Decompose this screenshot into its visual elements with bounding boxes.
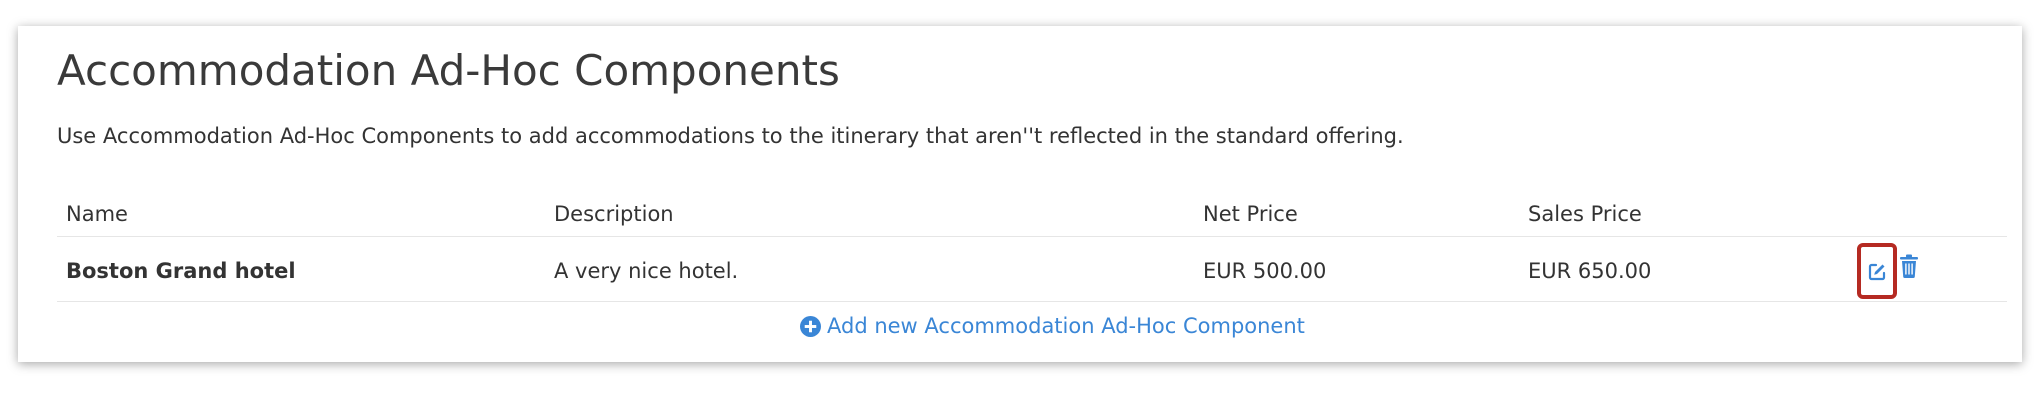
trash-icon: [1900, 254, 1918, 278]
delete-button[interactable]: [1899, 254, 1919, 282]
edit-icon: [1868, 263, 1886, 281]
row-sales-price: EUR 650.00: [1528, 259, 1652, 283]
column-header-sales-price: Sales Price: [1528, 202, 1642, 226]
row-actions: [1857, 237, 1937, 301]
edit-button[interactable]: [1857, 243, 1897, 299]
add-component-label: Add new Accommodation Ad-Hoc Component: [827, 314, 1305, 338]
row-description: A very nice hotel.: [554, 259, 739, 283]
table-header-row: Name Description Net Price Sales Price: [57, 196, 2007, 237]
add-row: Add new Accommodation Ad-Hoc Component: [57, 302, 2007, 358]
add-component-link[interactable]: Add new Accommodation Ad-Hoc Component: [800, 314, 1305, 338]
column-header-description: Description: [554, 202, 674, 226]
row-net-price: EUR 500.00: [1203, 259, 1327, 283]
page-title: Accommodation Ad-Hoc Components: [57, 46, 840, 95]
components-table: Name Description Net Price Sales Price B…: [57, 196, 2007, 358]
column-header-name: Name: [66, 202, 128, 226]
panel-description: Use Accommodation Ad-Hoc Components to a…: [57, 124, 1404, 148]
accommodation-adhoc-panel: Accommodation Ad-Hoc Components Use Acco…: [18, 26, 2022, 362]
column-header-net-price: Net Price: [1203, 202, 1298, 226]
row-name: Boston Grand hotel: [66, 259, 296, 283]
table-row: Boston Grand hotel A very nice hotel. EU…: [57, 237, 2007, 302]
plus-circle-icon: [800, 315, 821, 337]
